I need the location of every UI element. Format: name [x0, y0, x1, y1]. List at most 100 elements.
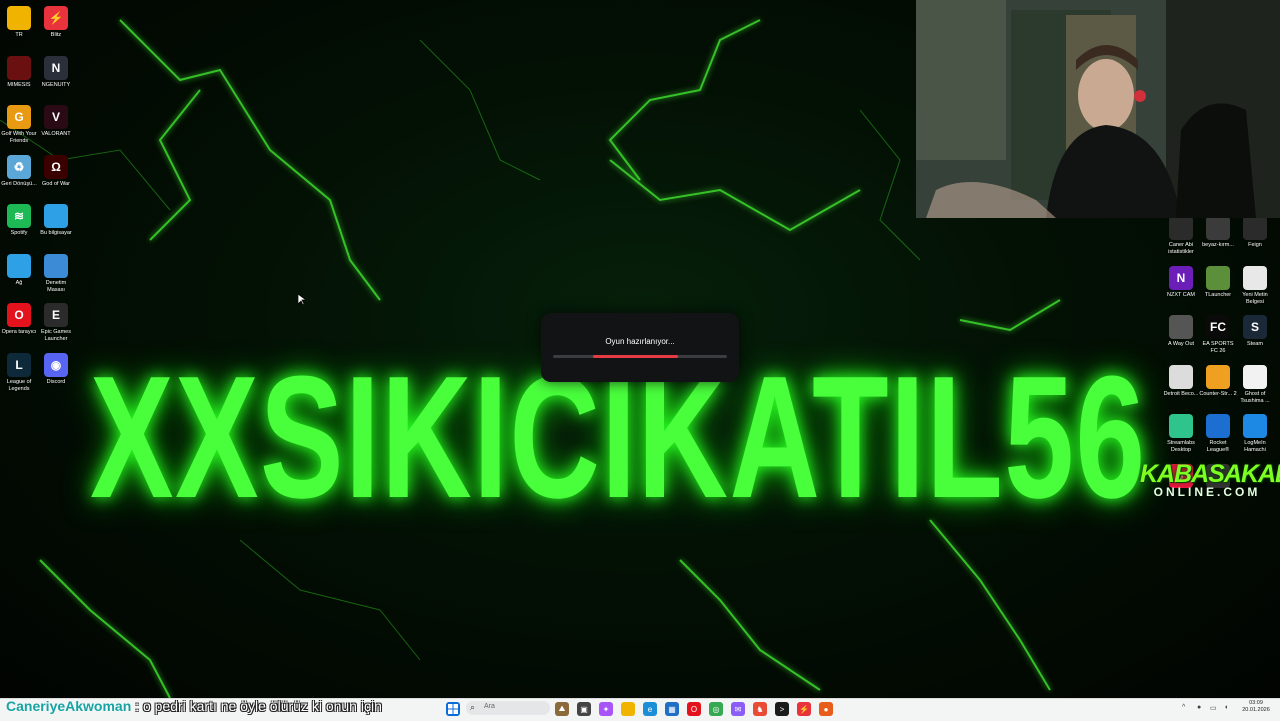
blitz-icon: ⚡ — [44, 6, 68, 30]
ngenuity-icon: N — [44, 55, 68, 80]
task-view-icon[interactable]: ▣ — [577, 702, 591, 716]
clock-time: 03:09 — [1249, 700, 1263, 706]
messenger-icon[interactable]: ✉ — [731, 702, 745, 716]
wallpaper-title: XXSIKICIKATIL56 — [90, 339, 1147, 534]
desktop-shortcut[interactable]: Detroit Beco... — [1162, 364, 1200, 398]
desktop-shortcut[interactable]: ⚡ Blitz — [37, 6, 75, 39]
god-of-war-icon: Ω — [44, 154, 68, 179]
opera-icon: O — [7, 303, 31, 327]
desktop-shortcut[interactable]: ◉ Discord — [37, 352, 75, 386]
desktop-shortcut[interactable]: ≋ Spotify — [0, 204, 38, 237]
desktop-shortcut[interactable]: N NZXT CAM — [1162, 265, 1200, 299]
search-icon: ⌕ — [470, 702, 476, 712]
desktop-shortcut[interactable]: G Golf With Your Friends — [0, 105, 38, 145]
copilot-icon[interactable]: ✦ — [599, 702, 613, 716]
desktop-shortcut-label: Discord — [46, 378, 66, 385]
store-icon[interactable]: ▦ — [665, 702, 679, 716]
chat-username: CaneriyeAkwoman — [6, 698, 132, 714]
desktop-shortcut-label: Denetim Masası — [45, 279, 67, 293]
windows-logo-icon — [448, 704, 458, 714]
desktop-shortcut-label: Ghost of Tsushima ... — [1240, 390, 1270, 404]
desktop-shortcut[interactable]: Ağ — [0, 253, 38, 287]
desktop-shortcut[interactable]: Ω God of War — [37, 154, 75, 188]
desktop-shortcut-label: VALORANT — [41, 131, 71, 137]
tray-volume-icon[interactable]: ◖ — [1224, 704, 1228, 711]
desktop-shortcut-label: NGENUITY — [41, 81, 71, 88]
a-way-out-icon — [1169, 315, 1193, 339]
loading-message: Oyun hazırlanıyor... — [605, 337, 675, 346]
progress-bar-fill — [593, 355, 678, 358]
desktop-shortcut-label: Ağ — [15, 279, 23, 286]
desktop-shortcut[interactable]: E Epic Games Launcher — [37, 303, 75, 343]
desktop-shortcut[interactable]: MIMESIS — [0, 55, 38, 89]
desktop-shortcut[interactable]: Ghost of Tsushima ... — [1236, 364, 1274, 405]
desktop-shortcut[interactable]: N NGENUITY — [37, 55, 75, 89]
desktop-shortcut-label: Geri Dönüşü... — [1, 180, 37, 187]
desktop-shortcut[interactable]: Streamlabs Desktop — [1162, 414, 1200, 454]
desktop-shortcut[interactable]: Denetim Masası — [37, 253, 75, 294]
chess-icon[interactable]: ♞ — [753, 702, 767, 716]
desktop-shortcut[interactable]: Yeni Metin Belgesi — [1236, 265, 1274, 306]
file-explorer-icon[interactable] — [621, 702, 635, 716]
taskbar-clock[interactable]: 03:09 20.01.2026 — [1236, 700, 1276, 714]
this-pc-icon — [44, 204, 68, 228]
desktop-shortcut[interactable]: TLauncher — [1199, 265, 1237, 299]
taskbar-search[interactable]: ⌕ Ara — [466, 701, 550, 715]
desktop-shortcut[interactable]: Counter-Str... 2 — [1199, 364, 1237, 398]
terminal-icon[interactable]: > — [775, 702, 789, 716]
tray-mic-icon[interactable]: ● — [1197, 704, 1201, 711]
desktop-shortcut-label: Spotify — [10, 230, 28, 236]
desktop-shortcut[interactable]: L League of Legends — [0, 352, 38, 393]
desktop-shortcut-label: Yeni Metin Belgesi — [1242, 291, 1268, 305]
hamachi-icon — [1243, 414, 1267, 438]
desktop-shortcut[interactable]: Feign — [1236, 216, 1274, 249]
clock-date: 20.01.2026 — [1242, 707, 1270, 713]
chrome-icon[interactable]: ◎ — [709, 702, 723, 716]
desktop-shortcut-label: Counter-Str... 2 — [1199, 390, 1237, 397]
desktop-shortcut-label: TLauncher — [1204, 291, 1232, 298]
desktop-shortcut-label: God of War — [42, 180, 70, 187]
desktop-shortcut-label: Feign — [1248, 242, 1262, 248]
tray-overflow-icon[interactable]: ^ — [1182, 704, 1185, 711]
spotify-icon: ≋ — [7, 204, 31, 228]
loading-dialog: Oyun hazırlanıyor... — [541, 313, 739, 382]
desktop-shortcut[interactable]: Bu bilgisayar — [37, 204, 75, 237]
desktop-shortcut[interactable]: S Steam — [1236, 315, 1274, 348]
desktop-shortcut-label: Blitz — [50, 32, 62, 38]
desktop-shortcut[interactable]: V VALORANT — [37, 105, 75, 138]
desktop-shortcut-label: LogMeIn Hamachi — [1244, 440, 1266, 453]
desktop-shortcut-label: Epic Games Launcher — [41, 329, 71, 342]
desktop-shortcut[interactable]: LogMeIn Hamachi — [1236, 414, 1274, 454]
desktop-shortcut-label: EA SPORTS FC 26 — [1202, 341, 1234, 354]
tray-network-icon[interactable]: ▭ — [1210, 704, 1217, 712]
start-button[interactable] — [446, 702, 460, 716]
nzxt-icon: N — [1169, 265, 1193, 290]
desktop-shortcut[interactable]: O Opera tarayıcı — [0, 303, 38, 336]
desktop-shortcut[interactable]: Rocket League® — [1199, 414, 1237, 454]
desktop-shortcut[interactable]: TR — [0, 6, 38, 39]
desktop-shortcut-label: Steam — [1247, 341, 1263, 347]
folder-icon — [7, 6, 31, 30]
league-icon: L — [7, 352, 31, 377]
edge-icon[interactable]: e — [643, 702, 657, 716]
valorant-icon: V — [44, 105, 68, 129]
brand-logo-line2: ONLINE.COM — [1153, 485, 1261, 499]
desktop-shortcut-label: Rocket League® — [1206, 440, 1230, 453]
game-client-icon[interactable]: ⚡ — [797, 702, 811, 716]
golf-icon: G — [7, 105, 31, 129]
mouse-cursor-icon — [298, 294, 306, 306]
control-panel-icon — [44, 253, 68, 278]
desktop-shortcut[interactable]: ♻ Geri Dönüşü... — [0, 154, 38, 188]
desktop-shortcut[interactable]: FC EA SPORTS FC 26 — [1199, 315, 1237, 355]
brand-logo: KABASAKAL ONLINE.COM — [1140, 460, 1280, 510]
streamlabs-icon — [1169, 414, 1193, 438]
desktop-shortcut-label: Opera tarayıcı — [1, 329, 37, 335]
search-placeholder: Ara — [484, 703, 495, 710]
opera-taskbar-icon[interactable]: O — [687, 702, 701, 716]
desktop-shortcut[interactable]: beyaz-kırm... — [1199, 216, 1237, 249]
desktop-shortcut[interactable]: Caner Abi istatistikler — [1162, 216, 1200, 256]
widgets-icon[interactable]: ⛰ — [555, 702, 569, 716]
desktop-shortcut[interactable]: A Way Out — [1162, 315, 1200, 348]
record-icon[interactable]: ● — [819, 702, 833, 716]
desktop-shortcut-label: Golf With Your Friends — [1, 131, 37, 144]
